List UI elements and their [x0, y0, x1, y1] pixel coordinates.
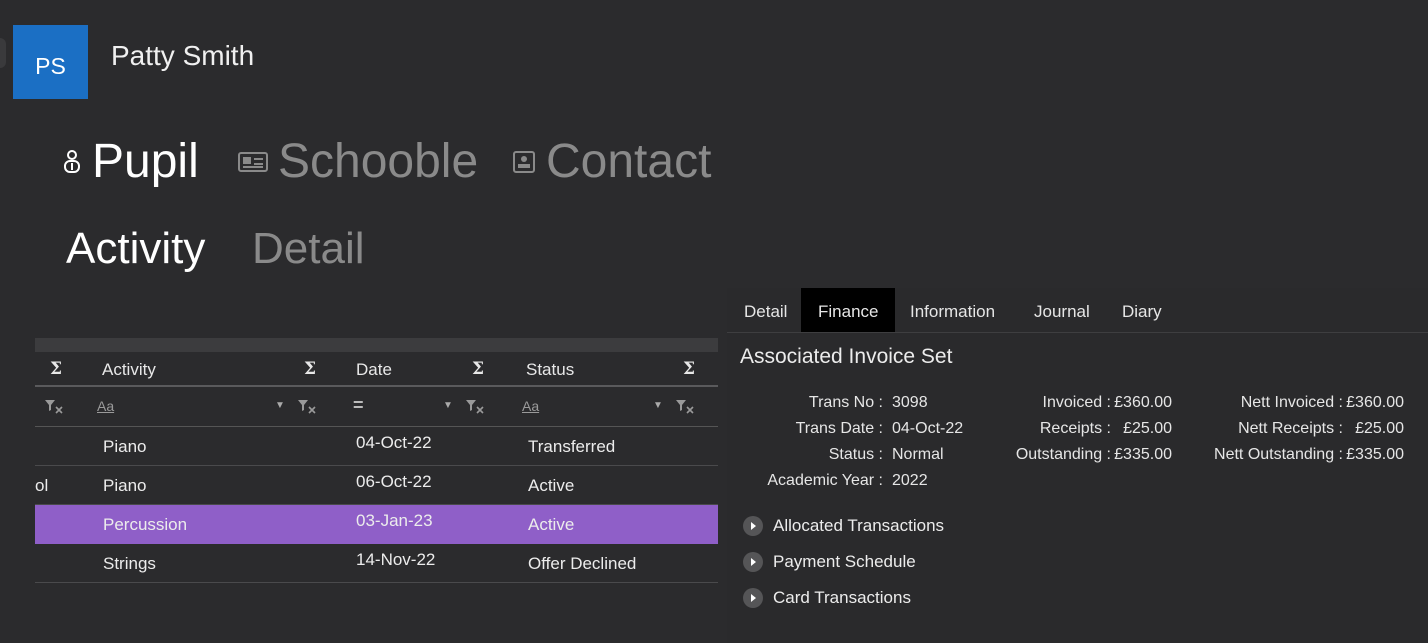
- grid-header-row: Σ Activity Σ Date Σ Status Σ: [35, 352, 718, 387]
- value-trans-no: 3098: [892, 394, 928, 411]
- section-title: Associated Invoice Set: [740, 345, 953, 368]
- expander-label: Payment Schedule: [773, 552, 916, 571]
- label-receipts: Receipts :: [1039, 420, 1111, 437]
- tab-schooble[interactable]: Schooble: [238, 134, 478, 189]
- expand-arrow-icon: [743, 552, 763, 572]
- view-tab-detail[interactable]: Detail: [252, 224, 365, 274]
- filter-operator-equals[interactable]: =: [353, 395, 364, 416]
- value-receipts: £25.00: [1123, 420, 1172, 437]
- clear-filter-icon[interactable]: [465, 398, 485, 417]
- window-edge-handle: [0, 38, 6, 68]
- expander-allocated-transactions[interactable]: Allocated Transactions: [743, 516, 944, 536]
- summary-sigma-icon[interactable]: Σ: [50, 359, 62, 379]
- cell-status: Active: [528, 476, 575, 495]
- label-nett-receipts: Nett Receipts :: [1238, 420, 1343, 437]
- panel-tab-bar: Detail Finance Information Journal Diary: [727, 288, 1428, 333]
- expand-arrow-icon: [743, 516, 763, 536]
- table-row[interactable]: Piano 04-Oct-22 Transferred: [35, 427, 718, 466]
- tab-information[interactable]: Information: [893, 288, 1012, 332]
- tab-finance[interactable]: Finance: [801, 288, 896, 332]
- grid-filter-row: Aa ▼ = ▼ Aa ▼: [35, 387, 718, 427]
- activity-grid: Σ Activity Σ Date Σ Status Σ Aa ▼ = ▼ Aa…: [35, 338, 718, 643]
- expand-arrow-icon: [743, 588, 763, 608]
- value-academic-year: 2022: [892, 472, 928, 489]
- avatar[interactable]: PS: [13, 25, 88, 99]
- label-nett-invoiced: Nett Invoiced :: [1240, 394, 1343, 411]
- value-invoiced: £360.00: [1114, 394, 1172, 411]
- cell-activity: Percussion: [103, 515, 188, 534]
- clear-filter-icon[interactable]: [297, 398, 317, 417]
- table-row-selected[interactable]: Percussion 03-Jan-23 Active: [35, 505, 718, 544]
- summary-sigma-icon[interactable]: Σ: [683, 359, 695, 379]
- label-trans-no: Trans No :: [808, 394, 883, 411]
- tab-contact[interactable]: Contact: [512, 134, 711, 189]
- view-tab-activity[interactable]: Activity: [66, 224, 205, 274]
- label-trans-date: Trans Date :: [795, 420, 883, 437]
- value-outstanding: £335.00: [1114, 446, 1172, 463]
- detail-panel: Detail Finance Information Journal Diary…: [727, 288, 1428, 643]
- tab-contact-label: Contact: [546, 135, 712, 188]
- column-header-activity[interactable]: Activity: [102, 360, 156, 380]
- cell-status: Transferred: [528, 437, 616, 456]
- value-nett-invoiced: £360.00: [1346, 394, 1404, 411]
- cell-date: 06-Oct-22: [356, 472, 432, 491]
- cell-status: Offer Declined: [528, 554, 637, 573]
- cell-activity: Piano: [103, 437, 147, 456]
- table-row[interactable]: Strings 14-Nov-22 Offer Declined: [35, 544, 718, 583]
- column-header-status[interactable]: Status: [526, 360, 574, 380]
- contact-card-icon: [512, 150, 536, 174]
- label-status: Status :: [828, 446, 883, 463]
- cell-date: 04-Oct-22: [356, 433, 432, 452]
- cell-date: 14-Nov-22: [356, 550, 436, 569]
- summary-sigma-icon[interactable]: Σ: [472, 359, 484, 379]
- expander-card-transactions[interactable]: Card Transactions: [743, 588, 911, 608]
- chevron-down-icon[interactable]: ▼: [443, 400, 453, 411]
- cell-truncated: ol: [35, 476, 49, 495]
- column-header-date[interactable]: Date: [356, 360, 392, 380]
- cell-status: Active: [528, 515, 575, 534]
- expander-payment-schedule[interactable]: Payment Schedule: [743, 552, 916, 572]
- clear-filter-icon[interactable]: [675, 398, 695, 417]
- label-outstanding: Outstanding :: [1015, 446, 1111, 463]
- tab-journal[interactable]: Journal: [1017, 288, 1107, 332]
- value-nett-receipts: £25.00: [1355, 420, 1404, 437]
- value-status: Normal: [892, 446, 944, 463]
- tab-schooble-label: Schooble: [278, 135, 479, 188]
- chevron-down-icon[interactable]: ▼: [653, 400, 663, 411]
- cell-date: 03-Jan-23: [356, 511, 433, 530]
- filter-input-activity[interactable]: Aa: [97, 398, 114, 414]
- clear-filter-icon[interactable]: [44, 398, 64, 417]
- tab-pupil-label: Pupil: [92, 135, 199, 188]
- tab-detail[interactable]: Detail: [727, 288, 804, 332]
- table-row[interactable]: ol Piano 06-Oct-22 Active: [35, 466, 718, 505]
- label-invoiced: Invoiced :: [1042, 394, 1111, 411]
- avatar-initials: PS: [35, 52, 66, 79]
- user-name: Patty Smith: [111, 40, 255, 71]
- label-nett-outstanding: Nett Outstanding :: [1214, 446, 1343, 463]
- grid-group-bar: [35, 338, 718, 352]
- tab-pupil[interactable]: Pupil: [62, 134, 199, 189]
- label-academic-year: Academic Year :: [767, 472, 883, 489]
- value-trans-date: 04-Oct-22: [892, 420, 964, 437]
- summary-sigma-icon[interactable]: Σ: [304, 359, 316, 379]
- filter-input-status[interactable]: Aa: [522, 398, 539, 414]
- expander-label: Card Transactions: [773, 588, 911, 607]
- value-nett-outstanding: £335.00: [1346, 446, 1404, 463]
- cell-activity: Strings: [103, 554, 156, 573]
- cell-activity: Piano: [103, 476, 147, 495]
- tab-diary[interactable]: Diary: [1105, 288, 1179, 332]
- pupil-icon: [62, 148, 82, 176]
- expander-label: Allocated Transactions: [773, 516, 945, 535]
- chevron-down-icon[interactable]: ▼: [275, 400, 285, 411]
- id-card-icon: [238, 150, 268, 174]
